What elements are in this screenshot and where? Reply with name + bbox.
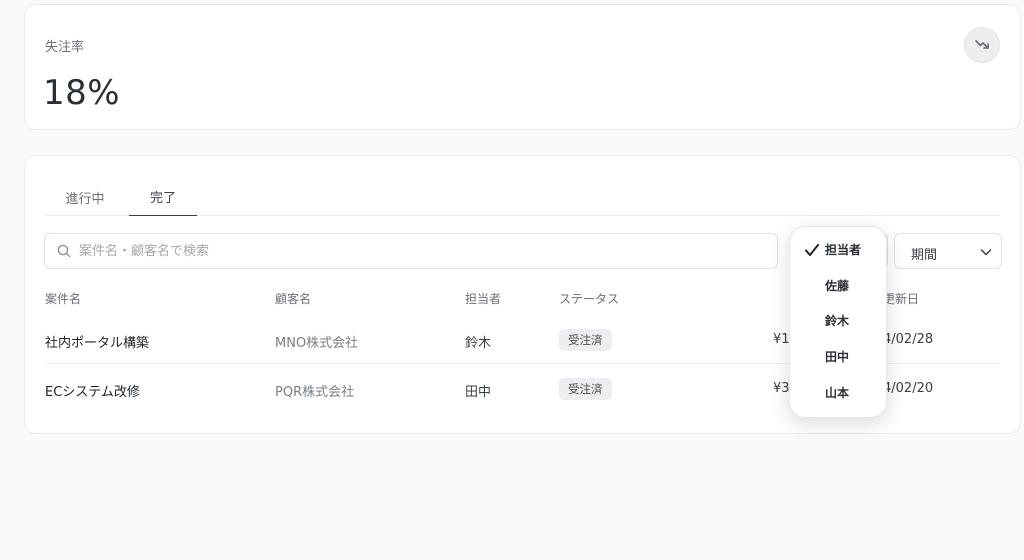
status-badge: 受注済 (559, 329, 612, 351)
header-customer: 顧客名 (275, 292, 312, 306)
owner-option-tanaka[interactable]: 田中 (790, 338, 886, 372)
tab-completed[interactable]: 完了 (129, 178, 197, 216)
cell-status: 受注済 (559, 378, 612, 400)
owner-option-yamamoto[interactable]: 山本 (790, 374, 886, 408)
status-badge: 受注済 (559, 378, 612, 400)
cell-project: ECシステム改修 (45, 385, 140, 400)
lost-rate-card: 失注率 18% (24, 4, 1021, 130)
cell-status: 受注済 (559, 329, 612, 351)
search-input[interactable] (79, 234, 769, 268)
trend-button[interactable] (964, 27, 1000, 63)
owner-option-sato[interactable]: 佐藤 (790, 267, 886, 301)
owner-option-label: 山本 (825, 386, 850, 400)
cell-customer: MNO株式会社 (275, 336, 359, 351)
stat-value: 18% (43, 73, 121, 113)
cell-updated: 4/02/20 (883, 381, 934, 396)
header-project: 案件名 (45, 292, 82, 306)
cell-project: 社内ポータル構築 (45, 336, 150, 351)
cell-customer: PQR株式会社 (275, 385, 355, 400)
stat-label: 失注率 (45, 40, 85, 55)
trending-down-icon (975, 40, 989, 49)
header-status: ステータス (559, 292, 620, 306)
period-filter-select[interactable]: 期間 (894, 233, 1002, 269)
period-filter-label: 期間 (911, 248, 938, 263)
owner-option-label: 田中 (825, 350, 850, 364)
chevron-down-icon (980, 249, 992, 256)
header-updated: 更新日 (883, 292, 920, 306)
owner-dropdown-menu: 担当者 佐藤 鈴木 田中 山本 (789, 226, 887, 418)
header-owner: 担当者 (465, 292, 502, 306)
tab-bar: 進行中 完了 (45, 178, 1000, 216)
tab-in-progress[interactable]: 進行中 (45, 178, 125, 216)
owner-option-label: 担当者 (825, 243, 862, 257)
search-box[interactable] (44, 233, 778, 269)
owner-option-all[interactable]: 担当者 (790, 231, 886, 265)
owner-option-label: 鈴木 (825, 314, 850, 328)
cell-owner: 鈴木 (465, 336, 492, 351)
cell-updated: 4/02/28 (883, 332, 934, 347)
owner-option-label: 佐藤 (825, 279, 850, 293)
check-icon (805, 244, 819, 256)
cell-owner: 田中 (465, 385, 492, 400)
search-icon (57, 244, 71, 258)
owner-option-suzuki[interactable]: 鈴木 (790, 302, 886, 336)
